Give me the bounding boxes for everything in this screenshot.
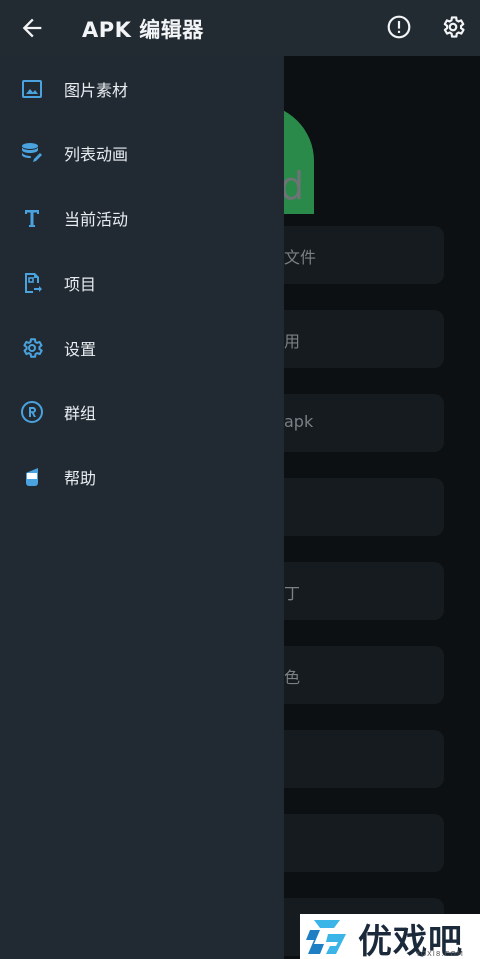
registered-icon [20,400,44,424]
text-t-icon [20,206,44,230]
arrow-left-icon[interactable] [18,14,46,42]
drawer-item-label: 项目 [64,275,97,294]
drawer-item-current-activity[interactable]: 当前活动 [0,188,284,248]
action-card-label-2: 用 [284,332,301,351]
app-title: APK 编辑器 [82,18,204,42]
drawer-item-label: 帮助 [64,469,97,488]
drawer-item-list-animation[interactable]: 列表动画 [0,123,284,183]
image-icon [20,77,44,101]
watermark-logo-icon [304,916,352,958]
drawer-item-label: 设置 [64,340,97,359]
drawer-item-settings[interactable]: 设置 [0,318,284,378]
file-export-icon [20,271,44,295]
drawer-item-group[interactable]: 群组 [0,382,284,442]
action-card-label-5: 丁 [284,584,301,603]
action-card-label-6: 色 [284,668,301,687]
drawer-item-label: 群组 [64,404,97,423]
watermark: 优戏吧 YOXI8.COM [300,914,480,959]
watermark-subtext: YOXI8.COM [416,950,464,958]
drawer-item-help[interactable]: 帮助 [0,447,284,507]
action-card-label-1: 文件 [284,248,317,267]
gear-icon [20,336,44,360]
drawer-item-project[interactable]: 项目 [0,253,284,313]
cup-icon [20,465,44,489]
database-edit-icon [20,141,44,165]
drawer-item-label: 图片素材 [64,81,129,100]
alert-circle-icon[interactable] [386,14,412,40]
drawer-item-images[interactable]: 图片素材 [0,59,284,119]
app-bar: APK 编辑器 [0,0,480,56]
drawer-item-label: 列表动画 [64,145,129,164]
gear-icon[interactable] [440,14,466,40]
navigation-drawer: 图片素材 列表动画 当前活动 项目 设置 群组 帮助 [0,56,284,959]
drawer-item-label: 当前活动 [64,210,129,229]
action-card-label-3: apk [284,412,314,431]
